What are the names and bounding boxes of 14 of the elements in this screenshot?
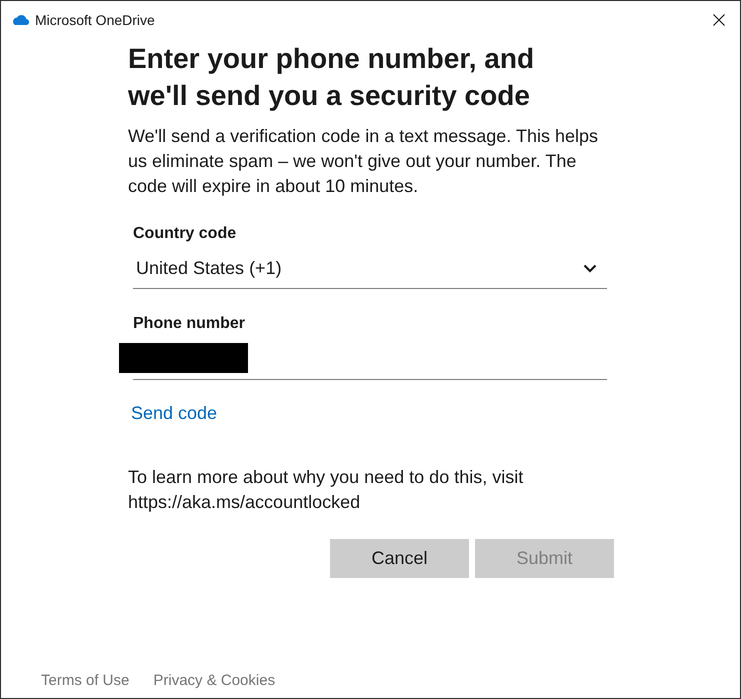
footer-link[interactable]: Terms of Use	[41, 670, 130, 692]
field-label: Phone number	[133, 314, 246, 334]
dialog-heading: Enter your phone number, and we'll send you a security code	[128, 42, 536, 113]
send-code-link[interactable]: Send code	[131, 401, 218, 426]
footer-link[interactable]: Privacy & Cookies	[153, 670, 276, 692]
country-code-select[interactable]: United States (+1)	[133, 249, 607, 289]
cloud-icon	[11, 14, 29, 25]
description-text: We'll send a verification code in a text message. This helps us eliminate spam – we won't give out your number. The code will expire in about 10 minutes.	[128, 125, 600, 198]
window-title: Microsoft OneDrive	[35, 12, 155, 28]
close-icon[interactable]	[713, 14, 725, 26]
dialog-button[interactable]: Cancel	[330, 539, 469, 578]
info-text: To learn more about why you need to do this, visit https://aka.ms/accountlocked	[128, 466, 524, 514]
chevron-down-icon	[583, 264, 597, 273]
field-label: Country code	[133, 224, 236, 244]
